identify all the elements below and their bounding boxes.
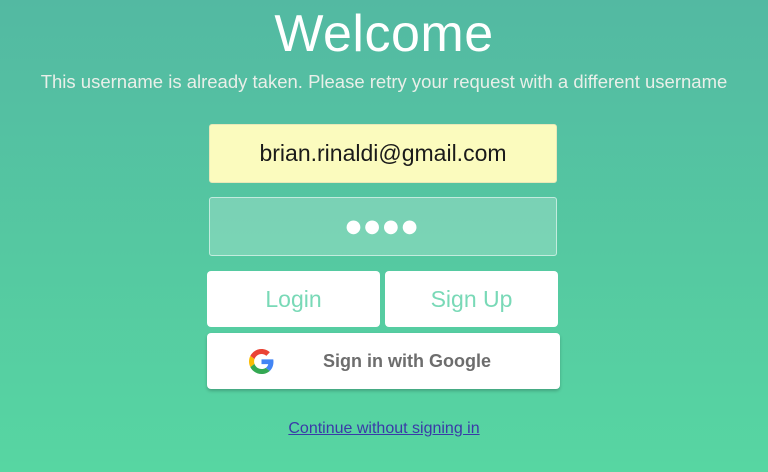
error-message: This username is already taken. Please r…	[40, 71, 728, 92]
password-field[interactable]	[209, 197, 557, 256]
continue-without-signing-in-link[interactable]: Continue without signing in	[0, 418, 768, 440]
email-field[interactable]	[209, 124, 557, 183]
page-title: Welcome	[274, 5, 494, 63]
login-button[interactable]: Login	[207, 271, 380, 327]
google-sign-in-label: Sign in with Google	[323, 351, 491, 371]
signup-button[interactable]: Sign Up	[385, 271, 558, 327]
google-sign-in-button[interactable]: Sign in with Google	[207, 333, 560, 389]
google-g-icon	[249, 349, 274, 374]
